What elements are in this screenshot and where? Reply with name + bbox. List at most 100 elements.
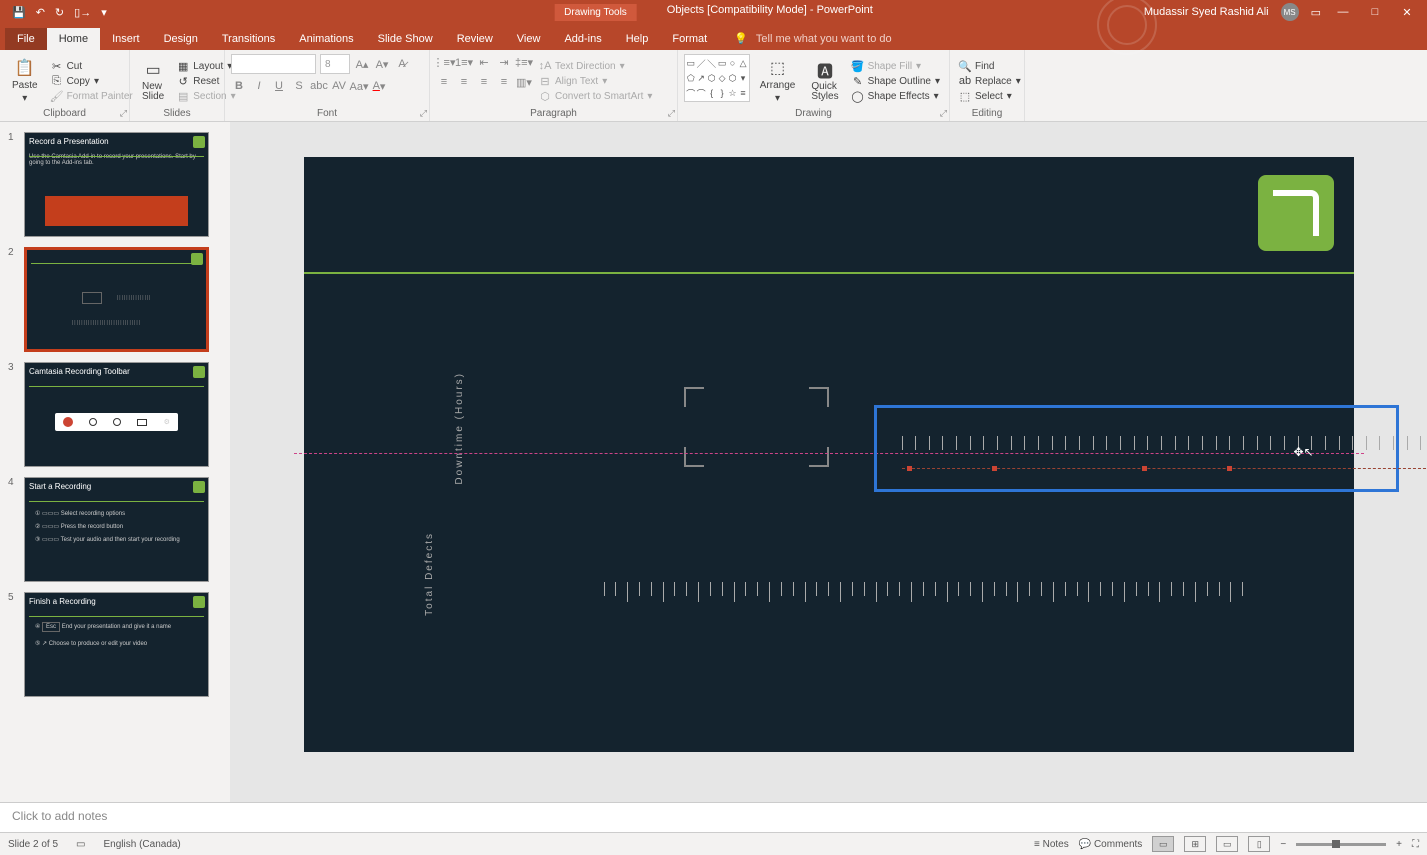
tab-view[interactable]: View bbox=[505, 28, 553, 50]
user-name-label[interactable]: Mudassir Syed Rashid Ali bbox=[1144, 6, 1269, 18]
thumbnail-item[interactable]: 5 Finish a Recording ④ Esc End your pres… bbox=[8, 592, 222, 697]
tab-addins[interactable]: Add-ins bbox=[552, 28, 613, 50]
slide-counter[interactable]: Slide 2 of 5 bbox=[8, 839, 58, 850]
save-icon[interactable]: 💾 bbox=[12, 6, 26, 19]
shape-fill-button[interactable]: 🪣Shape Fill ▾ bbox=[849, 59, 943, 73]
select-button[interactable]: ⬚Select ▾ bbox=[956, 89, 1024, 103]
minimize-icon[interactable]: — bbox=[1333, 6, 1353, 18]
dialog-launcher-icon[interactable]: ⤢ bbox=[420, 108, 427, 119]
tab-animations[interactable]: Animations bbox=[287, 28, 365, 50]
thumbnail-item[interactable]: 1 Record a Presentation Use the Camtasia… bbox=[8, 132, 222, 237]
align-right-icon[interactable]: ≡ bbox=[476, 74, 492, 90]
undo-icon[interactable]: ↶ bbox=[36, 6, 45, 19]
axis-label-downtime[interactable]: Downtime (Hours) bbox=[454, 372, 465, 485]
tab-review[interactable]: Review bbox=[445, 28, 505, 50]
spell-check-icon[interactable]: ▭ bbox=[76, 839, 85, 850]
close-icon[interactable]: ✕ bbox=[1397, 6, 1417, 19]
zoom-out-icon[interactable]: − bbox=[1280, 839, 1286, 850]
handle-icon[interactable] bbox=[992, 466, 997, 471]
decrease-font-icon[interactable]: A▾ bbox=[374, 56, 390, 72]
thumbnail-item[interactable]: 2 ||||||||||||||| ||||||||||||||||||||||… bbox=[8, 247, 222, 352]
clear-formatting-icon[interactable]: A̷ bbox=[394, 56, 410, 72]
copy-button[interactable]: ⎘Copy ▾ bbox=[48, 74, 136, 88]
maximize-icon[interactable]: □ bbox=[1365, 6, 1385, 18]
selected-shape[interactable] bbox=[874, 405, 1399, 492]
paste-button[interactable]: 📋 Paste ▾ bbox=[6, 54, 44, 108]
quick-styles-button[interactable]: 🅰 Quick Styles bbox=[805, 54, 844, 108]
comments-toggle[interactable]: 💬 Comments bbox=[1079, 839, 1143, 850]
handle-icon[interactable] bbox=[1227, 466, 1232, 471]
redo-icon[interactable]: ↻ bbox=[55, 6, 64, 19]
ribbon-display-icon[interactable]: ▭ bbox=[1311, 6, 1321, 19]
sorter-view-icon[interactable]: ⊞ bbox=[1184, 836, 1206, 852]
notes-pane[interactable]: Click to add notes bbox=[0, 802, 1427, 832]
line-spacing-icon[interactable]: ‡≡▾ bbox=[516, 54, 532, 70]
underline-icon[interactable]: U bbox=[271, 78, 287, 94]
zoom-in-icon[interactable]: + bbox=[1396, 839, 1402, 850]
tab-transitions[interactable]: Transitions bbox=[210, 28, 287, 50]
tab-design[interactable]: Design bbox=[152, 28, 210, 50]
qat-dropdown-icon[interactable]: ▾ bbox=[101, 6, 107, 19]
align-center-icon[interactable]: ≡ bbox=[456, 74, 472, 90]
tab-file[interactable]: File bbox=[5, 28, 47, 50]
find-button[interactable]: 🔍Find bbox=[956, 59, 1024, 73]
numbering-icon[interactable]: 1≡▾ bbox=[456, 54, 472, 70]
axis-label-defects[interactable]: Total Defects bbox=[424, 532, 435, 616]
thumbnail-preview[interactable]: Record a Presentation Use the Camtasia A… bbox=[24, 132, 209, 237]
tick-marks-lower[interactable] bbox=[604, 582, 1244, 602]
slide-thumbnail-panel[interactable]: 1 Record a Presentation Use the Camtasia… bbox=[0, 122, 230, 802]
format-painter-button[interactable]: 🖌Format Painter bbox=[48, 89, 136, 103]
tab-home[interactable]: Home bbox=[47, 28, 100, 50]
user-avatar[interactable]: MS bbox=[1281, 3, 1299, 21]
handle-icon[interactable] bbox=[1142, 466, 1147, 471]
shape-outline-button[interactable]: ✎Shape Outline ▾ bbox=[849, 74, 943, 88]
thumbnail-item[interactable]: 4 Start a Recording ① ▭▭▭ Select recordi… bbox=[8, 477, 222, 582]
handle-icon[interactable] bbox=[907, 466, 912, 471]
increase-indent-icon[interactable]: ⇥ bbox=[496, 54, 512, 70]
align-text-button[interactable]: ⊟Align Text ▾ bbox=[536, 74, 655, 88]
columns-icon[interactable]: ▥▾ bbox=[516, 74, 532, 90]
increase-font-icon[interactable]: A▴ bbox=[354, 56, 370, 72]
bold-icon[interactable]: B bbox=[231, 78, 247, 94]
text-direction-button[interactable]: ↕AText Direction ▾ bbox=[536, 59, 655, 73]
camtasia-logo-icon[interactable] bbox=[1258, 175, 1334, 251]
reading-view-icon[interactable]: ▭ bbox=[1216, 836, 1238, 852]
font-family-input[interactable] bbox=[231, 54, 316, 74]
zoom-slider[interactable] bbox=[1296, 843, 1386, 846]
slideshow-view-icon[interactable]: ▯ bbox=[1248, 836, 1270, 852]
strikethrough-icon[interactable]: S bbox=[291, 78, 307, 94]
tab-help[interactable]: Help bbox=[614, 28, 661, 50]
cut-button[interactable]: ✂Cut bbox=[48, 59, 136, 73]
start-from-beginning-icon[interactable]: ▯→ bbox=[74, 6, 91, 19]
dialog-launcher-icon[interactable]: ⤢ bbox=[120, 108, 127, 119]
shadow-icon[interactable]: abc bbox=[311, 78, 327, 94]
normal-view-icon[interactable]: ▭ bbox=[1152, 836, 1174, 852]
dialog-launcher-icon[interactable]: ⤢ bbox=[668, 108, 675, 119]
thumbnail-item[interactable]: 3 Camtasia Recording Toolbar ⚙ bbox=[8, 362, 222, 467]
bullets-icon[interactable]: ⋮≡▾ bbox=[436, 54, 452, 70]
current-slide[interactable]: Downtime (Hours) Total Defects ✥↖ bbox=[304, 157, 1354, 752]
dialog-launcher-icon[interactable]: ⤢ bbox=[940, 108, 947, 119]
shape-effects-button[interactable]: ◯Shape Effects ▾ bbox=[849, 89, 943, 103]
shapes-gallery[interactable]: ▭／＼▭○△ ⬠↗⬡◇⬡▾ ⌒⌒{}☆≡ bbox=[684, 54, 750, 102]
thumbnail-preview[interactable]: Camtasia Recording Toolbar ⚙ bbox=[24, 362, 209, 467]
font-size-input[interactable] bbox=[320, 54, 350, 74]
new-slide-button[interactable]: ▭ New Slide bbox=[136, 54, 170, 108]
align-left-icon[interactable]: ≡ bbox=[436, 74, 452, 90]
language-label[interactable]: English (Canada) bbox=[104, 839, 181, 850]
tell-me-search[interactable]: 💡 Tell me what you want to do bbox=[729, 27, 896, 50]
thumbnail-preview[interactable]: Finish a Recording ④ Esc End your presen… bbox=[24, 592, 209, 697]
replace-button[interactable]: abReplace ▾ bbox=[956, 74, 1024, 88]
slide-editor[interactable]: Downtime (Hours) Total Defects ✥↖ bbox=[230, 122, 1427, 802]
notes-toggle[interactable]: ≡ Notes bbox=[1034, 839, 1069, 850]
font-color-icon[interactable]: A▾ bbox=[371, 78, 387, 94]
justify-icon[interactable]: ≡ bbox=[496, 74, 512, 90]
placeholder-crop-marks[interactable] bbox=[684, 387, 829, 467]
thumbnail-preview[interactable]: Start a Recording ① ▭▭▭ Select recording… bbox=[24, 477, 209, 582]
tab-insert[interactable]: Insert bbox=[100, 28, 152, 50]
italic-icon[interactable]: I bbox=[251, 78, 267, 94]
arrange-button[interactable]: ⬚ Arrange▾ bbox=[754, 54, 802, 108]
fit-to-window-icon[interactable]: ⛶ bbox=[1412, 839, 1419, 850]
thumbnail-preview-selected[interactable]: ||||||||||||||| ||||||||||||||||||||||||… bbox=[24, 247, 209, 352]
tab-format[interactable]: Format bbox=[660, 28, 719, 50]
